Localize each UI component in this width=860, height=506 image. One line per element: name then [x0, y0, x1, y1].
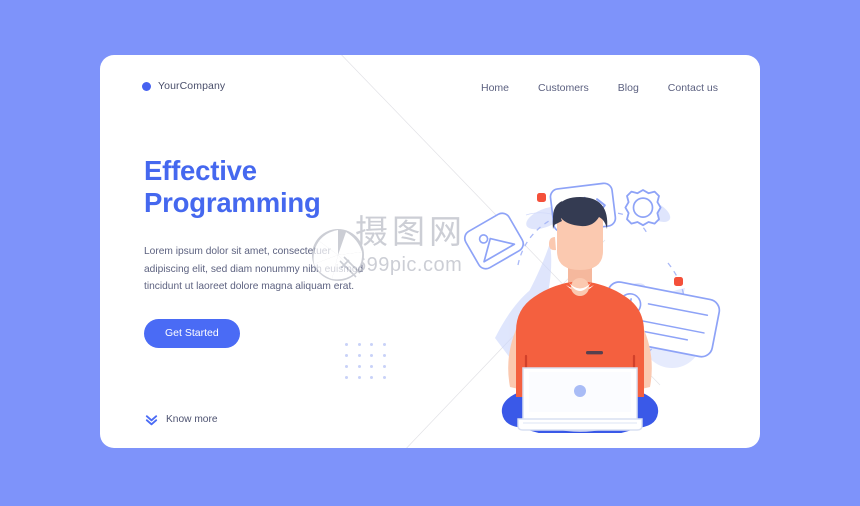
grid-dot	[357, 376, 361, 380]
hero-section: Effective Programming Lorem ipsum dolor …	[144, 155, 404, 348]
gear-settings-icon	[624, 189, 662, 227]
brand-name-label: YourCompany	[158, 80, 226, 92]
grid-dot	[382, 365, 386, 369]
grid-dot	[345, 354, 349, 358]
accent-dot	[537, 193, 546, 202]
image-photo-icon	[463, 212, 525, 270]
get-started-button[interactable]: Get Started	[144, 318, 240, 348]
grid-dot	[357, 354, 361, 358]
double-chevron-down-icon	[145, 415, 158, 426]
know-more-link[interactable]: Know more	[145, 413, 218, 426]
page-root: YourCompany Home Customers Blog Contact …	[0, 0, 860, 506]
brand-dot-icon	[142, 81, 151, 91]
grid-dot	[370, 376, 374, 380]
grid-dot	[345, 376, 349, 380]
nav-item-customers[interactable]: Customers	[538, 82, 589, 94]
grid-dot	[370, 365, 374, 369]
brand-logo[interactable]: YourCompany	[142, 80, 225, 92]
landing-page-card: YourCompany Home Customers Blog Contact …	[100, 55, 760, 448]
hero-title-line-2: Programming	[144, 187, 321, 219]
hero-description: Lorem ipsum dolor sit amet, consectetuer…	[144, 246, 364, 293]
know-more-label: Know more	[166, 414, 218, 425]
grid-dot	[357, 365, 361, 369]
accent-dot	[674, 277, 683, 286]
grid-dot	[382, 376, 386, 380]
nav-item-contact-us[interactable]: Contact us	[668, 82, 718, 94]
nav-item-blog[interactable]: Blog	[618, 82, 639, 94]
nav-item-home[interactable]: Home	[481, 82, 509, 94]
dot-grid-decoration	[345, 343, 395, 387]
grid-dot	[370, 354, 374, 358]
grid-dot	[345, 365, 349, 369]
site-header: YourCompany Home Customers Blog Contact …	[100, 55, 760, 125]
grid-dot	[382, 354, 386, 358]
page-title: Effective Programming	[144, 155, 404, 219]
hero-title-line-1: Effective	[144, 155, 257, 186]
developer-with-laptop-illustration	[400, 113, 760, 433]
laptop	[517, 367, 643, 431]
main-navigation: Home Customers Blog Contact us	[481, 82, 718, 94]
